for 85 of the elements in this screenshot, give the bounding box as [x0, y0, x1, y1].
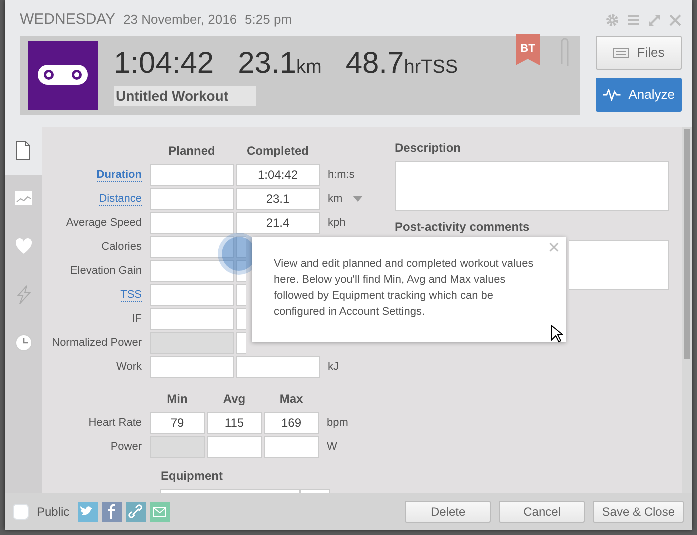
field-label: IF: [132, 312, 142, 325]
comments-field[interactable]: [569, 240, 669, 290]
tooltip-text: View and edit planned and completed workout values here. Below you'll find Min, Avg and Max values followed by Equipment tracking which can be configured in Account Settings.: [274, 257, 535, 320]
field-label: Average Speed: [66, 216, 142, 229]
planned-field[interactable]: [150, 188, 234, 210]
planned-field[interactable]: [150, 260, 234, 282]
distance-unit: km: [296, 56, 322, 80]
field-link[interactable]: Duration: [96, 168, 142, 182]
dropdown-caret-icon[interactable]: [352, 196, 363, 202]
chain-icon: [37, 62, 89, 88]
document-icon[interactable]: [14, 141, 32, 161]
scrollbar-thumb[interactable]: [684, 129, 690, 359]
twitter-bird-button[interactable]: [78, 502, 98, 522]
planned-field[interactable]: [150, 284, 234, 306]
field-label: Power: [110, 440, 142, 453]
column-header: Max: [278, 391, 304, 408]
field-link[interactable]: TSS: [120, 288, 142, 302]
tss-value: 48.7: [346, 48, 404, 78]
day-label: WEDNESDAY: [20, 10, 116, 30]
letter-f-button[interactable]: [102, 502, 122, 522]
value-field[interactable]: [264, 436, 319, 458]
section-title: Equipment: [160, 468, 224, 485]
planned-field[interactable]: [150, 356, 234, 378]
unit-label: km: [328, 192, 343, 207]
field-label: Calories: [102, 240, 142, 253]
unit-label: W: [327, 440, 338, 455]
planned-field[interactable]: [150, 308, 234, 330]
files-button[interactable]: Files: [596, 36, 682, 70]
completed-field[interactable]: [236, 284, 246, 306]
planned-field[interactable]: [150, 164, 234, 186]
close-icon[interactable]: [669, 14, 682, 27]
settings-icon[interactable]: [606, 14, 619, 27]
completed-field[interactable]: 1:04:42: [236, 164, 320, 186]
unit-label: h:m:s: [328, 168, 355, 183]
value-field[interactable]: [207, 436, 262, 458]
heart-icon[interactable]: [14, 237, 32, 257]
distance-value: 23.1: [238, 48, 296, 78]
tss-unit: hrTSS: [404, 56, 458, 80]
time-label: 5:25 pm: [245, 11, 292, 29]
field-label: Work: [116, 360, 142, 373]
date-label: 23 November, 2016: [124, 11, 238, 29]
footer-button[interactable]: Cancel: [499, 500, 586, 522]
column-header: Avg: [222, 391, 247, 408]
letter-f-icon: [108, 504, 116, 520]
column-header: Planned: [168, 143, 216, 160]
title-field[interactable]: Untitled Workout: [114, 86, 256, 106]
column-header: Min: [166, 391, 189, 408]
bookmark-badge: BT: [516, 34, 540, 66]
analyze-button[interactable]: Analyze: [596, 78, 682, 112]
clock-icon[interactable]: [14, 333, 32, 353]
completed-field[interactable]: [236, 308, 246, 330]
completed-field[interactable]: [236, 236, 246, 258]
description-field[interactable]: [395, 161, 669, 211]
value-field[interactable]: 115: [207, 412, 262, 434]
public-checkbox[interactable]: [13, 504, 29, 520]
field-label: Elevation Gain: [70, 264, 142, 277]
pulse-icon: [603, 88, 621, 100]
expand-icon[interactable]: [648, 14, 661, 27]
link-button[interactable]: [126, 502, 146, 522]
completed-field[interactable]: 21.4: [236, 212, 320, 234]
menu-icon[interactable]: [627, 14, 640, 27]
footer-button[interactable]: Delete: [405, 500, 492, 522]
planned-field[interactable]: [150, 212, 234, 234]
section-title: Description: [395, 140, 462, 157]
field-label: Normalized Power: [52, 336, 142, 349]
link-icon: [126, 502, 145, 520]
list-icon: [613, 48, 630, 58]
section-title: Post-activity comments: [395, 219, 531, 236]
lightning-icon[interactable]: [14, 285, 32, 305]
field-link[interactable]: Distance: [99, 192, 142, 206]
public-label: Public: [37, 504, 70, 520]
completed-field[interactable]: 23.1: [236, 188, 320, 210]
field-label: Heart Rate: [88, 416, 142, 429]
duration-value: 1:04:42: [114, 48, 214, 78]
unit-label: bpm: [327, 416, 348, 431]
footer-button[interactable]: Save & Close: [593, 500, 684, 522]
value-field[interactable]: 79: [150, 412, 205, 434]
value-field[interactable]: 169: [264, 412, 319, 434]
unit-label: kph: [328, 216, 346, 231]
planned-field[interactable]: [150, 236, 234, 258]
mail-button[interactable]: [150, 502, 170, 522]
completed-field[interactable]: [236, 356, 320, 378]
completed-field[interactable]: [236, 260, 246, 282]
column-header: Completed: [246, 143, 310, 160]
unit-label: kJ: [328, 360, 339, 375]
